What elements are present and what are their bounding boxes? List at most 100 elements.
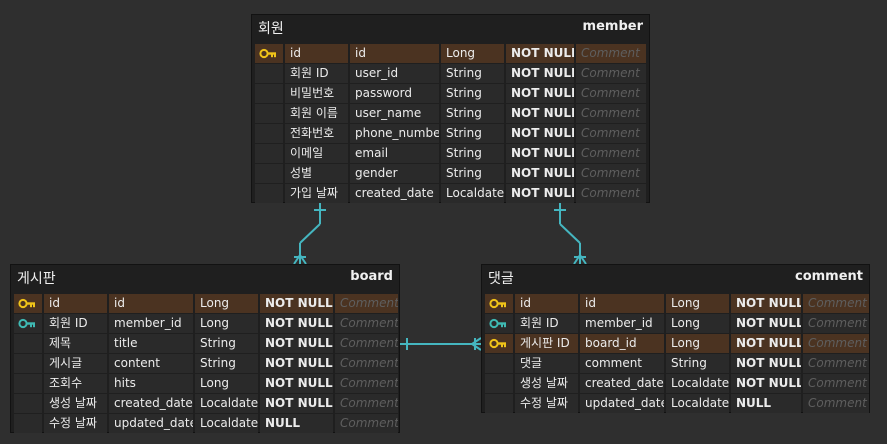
logical-name-cell: 회원 ID [515, 314, 578, 333]
nullable-cell: NOT NULL [506, 64, 574, 83]
table-board[interactable]: 게시판 board id id Long NOT NULL Comment 회원 ID me… [10, 264, 400, 433]
comment-cell: Comment [803, 394, 869, 413]
physical-name-cell: updated_date [580, 394, 664, 413]
nullable-cell: NOT NULL [731, 294, 801, 313]
key-cell [485, 354, 513, 373]
comment-cell: Comment [335, 294, 398, 313]
key-cell [485, 294, 513, 313]
physical-name-cell: created_date [580, 374, 664, 393]
physical-name-cell: board_id [580, 334, 664, 353]
data-type-cell: Long [195, 294, 258, 313]
key-cell [255, 144, 283, 163]
table-physical-name: member [582, 19, 643, 34]
key-cell [485, 334, 513, 353]
data-type-cell: String [666, 354, 729, 373]
key-cell [14, 294, 42, 313]
physical-name-cell: id [350, 44, 439, 63]
data-type-cell: String [441, 64, 504, 83]
comment-cell: Comment [576, 64, 646, 83]
data-type-cell: String [441, 144, 504, 163]
primary-key-icon [489, 298, 506, 309]
logical-name-cell: 회원 ID [285, 64, 348, 83]
table-header: 댓글 comment [482, 265, 869, 295]
primary-key-icon [18, 298, 35, 309]
logical-name-cell: 회원 이름 [285, 104, 348, 123]
key-cell [255, 104, 283, 123]
key-cell [255, 164, 283, 183]
table-logical-name: 회원 [258, 21, 284, 37]
foreign-key-icon [18, 318, 35, 329]
table-header: 게시판 board [11, 265, 399, 295]
table-physical-name: board [350, 269, 393, 284]
nullable-cell: NOT NULL [731, 314, 801, 333]
logical-name-cell: 수정 날짜 [515, 394, 578, 413]
table-comment[interactable]: 댓글 comment id id Long NOT NULL Comment 회원 ID m… [481, 264, 870, 413]
key-cell [255, 44, 283, 63]
physical-name-cell: password [350, 84, 439, 103]
physical-name-cell: user_id [350, 64, 439, 83]
relation-member-board[interactable] [293, 203, 326, 265]
physical-name-cell: title [109, 334, 193, 353]
key-cell [485, 394, 513, 413]
data-type-cell: String [441, 164, 504, 183]
logical-name-cell: 생성 날짜 [515, 374, 578, 393]
logical-name-cell: 게시글 [44, 354, 107, 373]
nullable-cell: NOT NULL [506, 104, 574, 123]
comment-cell: Comment [335, 374, 398, 393]
comment-cell: Comment [803, 294, 869, 313]
nullable-cell: NOT NULL [731, 374, 801, 393]
nullable-cell: NOT NULL [731, 354, 801, 373]
physical-name-cell: updated_date [109, 414, 193, 433]
key-cell [255, 64, 283, 83]
nullable-cell: NOT NULL [260, 334, 333, 353]
nullable-cell: NOT NULL [506, 84, 574, 103]
table-logical-name: 댓글 [488, 271, 514, 287]
comment-cell: Comment [576, 104, 646, 123]
relation-board-comment[interactable] [400, 337, 482, 351]
physical-name-cell: email [350, 144, 439, 163]
data-type-cell: Long [666, 294, 729, 313]
logical-name-cell: 제목 [44, 334, 107, 353]
data-type-cell: Long [441, 44, 504, 63]
nullable-cell: NULL [260, 414, 333, 433]
comment-cell: Comment [803, 314, 869, 333]
key-cell [255, 124, 283, 143]
key-cell [255, 184, 283, 203]
nullable-cell: NOT NULL [506, 164, 574, 183]
nullable-cell: NOT NULL [506, 184, 574, 203]
data-type-cell: Long [195, 374, 258, 393]
nullable-cell: NOT NULL [260, 394, 333, 413]
comment-cell: Comment [576, 144, 646, 163]
logical-name-cell: 생성 날짜 [44, 394, 107, 413]
data-type-cell: Localdate [195, 414, 258, 433]
table-physical-name: comment [794, 269, 863, 284]
logical-name-cell: id [44, 294, 107, 313]
logical-name-cell: 가입 날짜 [285, 184, 348, 203]
physical-name-cell: id [580, 294, 664, 313]
physical-name-cell: content [109, 354, 193, 373]
nullable-cell: NOT NULL [506, 44, 574, 63]
key-cell [14, 354, 42, 373]
relation-member-comment[interactable] [554, 203, 587, 265]
comment-cell: Comment [576, 124, 646, 143]
physical-name-cell: member_id [580, 314, 664, 333]
key-cell [14, 394, 42, 413]
physical-name-cell: user_name [350, 104, 439, 123]
data-type-cell: String [441, 124, 504, 143]
data-type-cell: Long [666, 334, 729, 353]
key-cell [485, 374, 513, 393]
comment-cell: Comment [803, 354, 869, 373]
comment-cell: Comment [335, 334, 398, 353]
table-member[interactable]: 회원 member id id Long NOT NULL Comment 회원 ID us… [251, 14, 650, 203]
nullable-cell: NOT NULL [506, 144, 574, 163]
comment-cell: Comment [576, 84, 646, 103]
key-cell [14, 334, 42, 353]
key-cell [14, 414, 42, 433]
logical-name-cell: 게시판 ID [515, 334, 578, 353]
physical-name-cell: created_date [109, 394, 193, 413]
comment-cell: Comment [576, 44, 646, 63]
logical-name-cell: 조회수 [44, 374, 107, 393]
physical-name-cell: member_id [109, 314, 193, 333]
key-cell [485, 314, 513, 333]
comment-cell: Comment [335, 394, 398, 413]
